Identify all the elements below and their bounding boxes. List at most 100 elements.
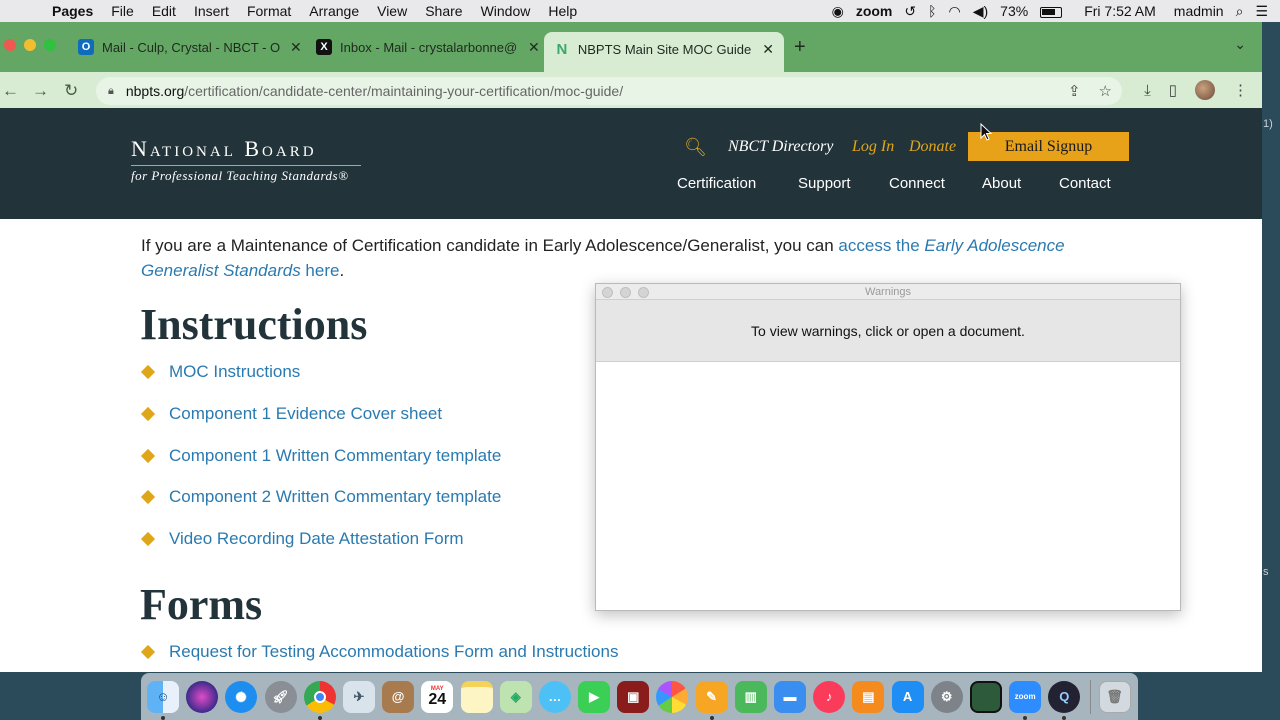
menu-edit[interactable]: Edit — [152, 3, 176, 19]
time-machine-icon[interactable]: ↺ — [904, 3, 916, 20]
warnings-titlebar[interactable]: Warnings — [596, 284, 1180, 300]
testing-accommodations-link[interactable]: Request for Testing Accommodations Form … — [169, 642, 618, 662]
notes-icon[interactable] — [460, 680, 493, 713]
tab-nbpts-active[interactable]: N NBPTS Main Site MOC Guide, I ✕ — [544, 32, 784, 72]
pages-icon[interactable]: ✎ — [695, 680, 728, 720]
quicktime-icon[interactable]: Q — [1048, 680, 1081, 720]
menu-format[interactable]: Format — [247, 3, 291, 19]
chrome-icon[interactable] — [303, 680, 336, 720]
app-store-icon[interactable]: A — [891, 680, 924, 713]
bookmark-star-icon[interactable]: ☆ — [1099, 82, 1112, 100]
component1-cover-sheet-link[interactable]: Component 1 Evidence Cover sheet — [169, 404, 442, 424]
trash-icon[interactable]: 🗑︎ — [1098, 680, 1131, 713]
preview-icon[interactable]: ✈ — [342, 680, 375, 713]
calendar-icon[interactable]: MAY 24 — [421, 680, 454, 713]
menu-view[interactable]: View — [377, 3, 407, 19]
nbct-directory-link[interactable]: NBCT Directory — [728, 138, 833, 156]
menu-window[interactable]: Window — [481, 3, 531, 19]
close-window-button[interactable] — [4, 39, 16, 51]
panel-close-button[interactable] — [602, 287, 613, 298]
keynote-icon[interactable]: ▬ — [774, 680, 806, 713]
reload-icon[interactable]: ↻ — [64, 81, 78, 101]
back-arrow-icon[interactable]: ← — [2, 81, 19, 101]
list-item[interactable]: Component 1 Evidence Cover sheet — [140, 404, 442, 424]
list-item[interactable]: Component 2 Written Commentary template — [140, 487, 501, 507]
forward-arrow-icon[interactable]: → — [32, 81, 49, 101]
side-panel-icon[interactable]: ▯ — [1169, 81, 1177, 99]
books-icon[interactable]: ▤ — [852, 680, 885, 713]
launchpad-icon[interactable]: 🚀︎ — [264, 680, 297, 713]
spotlight-icon[interactable]: ⌕ — [1236, 3, 1244, 20]
login-link[interactable]: Log In — [852, 138, 894, 156]
video-attestation-link[interactable]: Video Recording Date Attestation Form — [169, 529, 464, 549]
menu-arrange[interactable]: Arrange — [309, 3, 359, 19]
url-host: nbpts.org — [125, 83, 185, 99]
address-bar[interactable]: 🔒︎ nbpts.org/certification/candidate-cen… — [96, 77, 1122, 105]
numbers-icon[interactable]: ▥ — [734, 680, 767, 713]
bluetooth-icon[interactable]: ᛒ — [928, 3, 936, 19]
donate-link[interactable]: Donate — [909, 138, 956, 156]
tab-inbox-mail[interactable]: X Inbox - Mail - crystalarbonne@ ✕ — [306, 32, 550, 62]
music-icon[interactable]: ♪ — [813, 680, 846, 713]
photo-booth-icon[interactable]: ▣ — [617, 680, 650, 713]
panel-zoom-button[interactable] — [638, 287, 649, 298]
photos-icon[interactable] — [656, 680, 689, 713]
close-tab-icon[interactable]: ✕ — [762, 41, 774, 58]
control-center-icon[interactable]: ☰ — [1255, 3, 1268, 20]
panel-minimize-button[interactable] — [620, 287, 631, 298]
moc-instructions-link[interactable]: MOC Instructions — [169, 362, 300, 382]
finder-icon[interactable]: ☺ — [147, 680, 179, 720]
menu-share[interactable]: Share — [425, 3, 462, 19]
lock-icon[interactable]: 🔒︎ — [108, 85, 114, 98]
menu-file[interactable]: File — [111, 3, 134, 19]
close-tab-icon[interactable]: ✕ — [528, 39, 540, 56]
record-icon[interactable]: ◉ — [832, 3, 844, 20]
list-item[interactable]: Video Recording Date Attestation Form — [140, 529, 464, 549]
list-item[interactable]: MOC Instructions — [140, 362, 300, 382]
contacts-icon[interactable]: @ — [382, 680, 415, 713]
download-icon[interactable]: ⤓ — [1144, 82, 1151, 99]
component1-commentary-link[interactable]: Component 1 Written Commentary template — [169, 446, 501, 466]
zoom-menu[interactable]: zoom — [856, 3, 893, 19]
zoom-app-icon[interactable]: zoom — [1009, 680, 1042, 720]
minimize-window-button[interactable] — [24, 39, 36, 51]
share-icon[interactable]: ⇪ — [1068, 82, 1081, 100]
list-item[interactable]: Request for Testing Accommodations Form … — [140, 642, 618, 662]
siri-icon[interactable] — [186, 680, 219, 713]
list-item[interactable]: Component 1 Written Commentary template — [140, 446, 501, 466]
wifi-icon[interactable]: ◠ — [949, 3, 961, 20]
nav-certification[interactable]: Certification — [677, 175, 756, 192]
menu-app-name[interactable]: Pages — [52, 3, 93, 19]
close-tab-icon[interactable]: ✕ — [290, 39, 302, 56]
menu-help[interactable]: Help — [548, 3, 577, 19]
volume-icon[interactable]: ◀) — [973, 3, 988, 20]
nav-about[interactable]: About — [982, 175, 1021, 192]
site-logo-tagline[interactable]: for Professional Teaching Standards® — [131, 168, 348, 184]
email-signup-button[interactable]: Email Signup — [968, 132, 1129, 161]
menu-insert[interactable]: Insert — [194, 3, 229, 19]
kebab-menu-icon[interactable]: ⋮ — [1233, 81, 1248, 99]
standards-link-lead: access the — [838, 236, 925, 255]
user-menu[interactable]: madmin — [1174, 3, 1224, 19]
maps-icon[interactable]: ◈ — [499, 680, 532, 713]
site-logo[interactable]: National Board — [131, 136, 317, 162]
system-preferences-icon[interactable]: ⚙ — [930, 680, 963, 713]
profile-avatar[interactable] — [1195, 80, 1215, 100]
tab-outlook-mail[interactable]: O Mail - Culp, Crystal - NBCT - O ✕ — [68, 32, 312, 62]
nav-connect[interactable]: Connect — [889, 175, 945, 192]
nav-support[interactable]: Support — [798, 175, 851, 192]
safari-icon[interactable]: ✦ — [225, 680, 258, 713]
tab-search-chevron-icon[interactable]: ⌄ — [1234, 36, 1246, 53]
mouse-cursor-icon — [980, 123, 992, 141]
new-tab-button[interactable]: + — [794, 36, 806, 59]
messages-icon[interactable]: … — [538, 680, 571, 713]
facetime-icon[interactable]: ▶ — [578, 680, 611, 713]
dock: ☺ ✦ 🚀︎ ✈ @ MAY 24 ◈ … ▶ ▣ ✎ ▥ ▬ ♪ ▤ A ⚙ z… — [141, 673, 1138, 720]
nav-contact[interactable]: Contact — [1059, 175, 1111, 192]
component2-commentary-link[interactable]: Component 2 Written Commentary template — [169, 487, 501, 507]
maximize-window-button[interactable] — [44, 39, 56, 51]
battery-icon[interactable] — [1040, 3, 1063, 19]
clock[interactable]: Fri 7:52 AM — [1084, 3, 1156, 19]
search-icon[interactable]: 🔍︎ — [684, 137, 707, 158]
screen-share-icon[interactable] — [969, 680, 1002, 713]
